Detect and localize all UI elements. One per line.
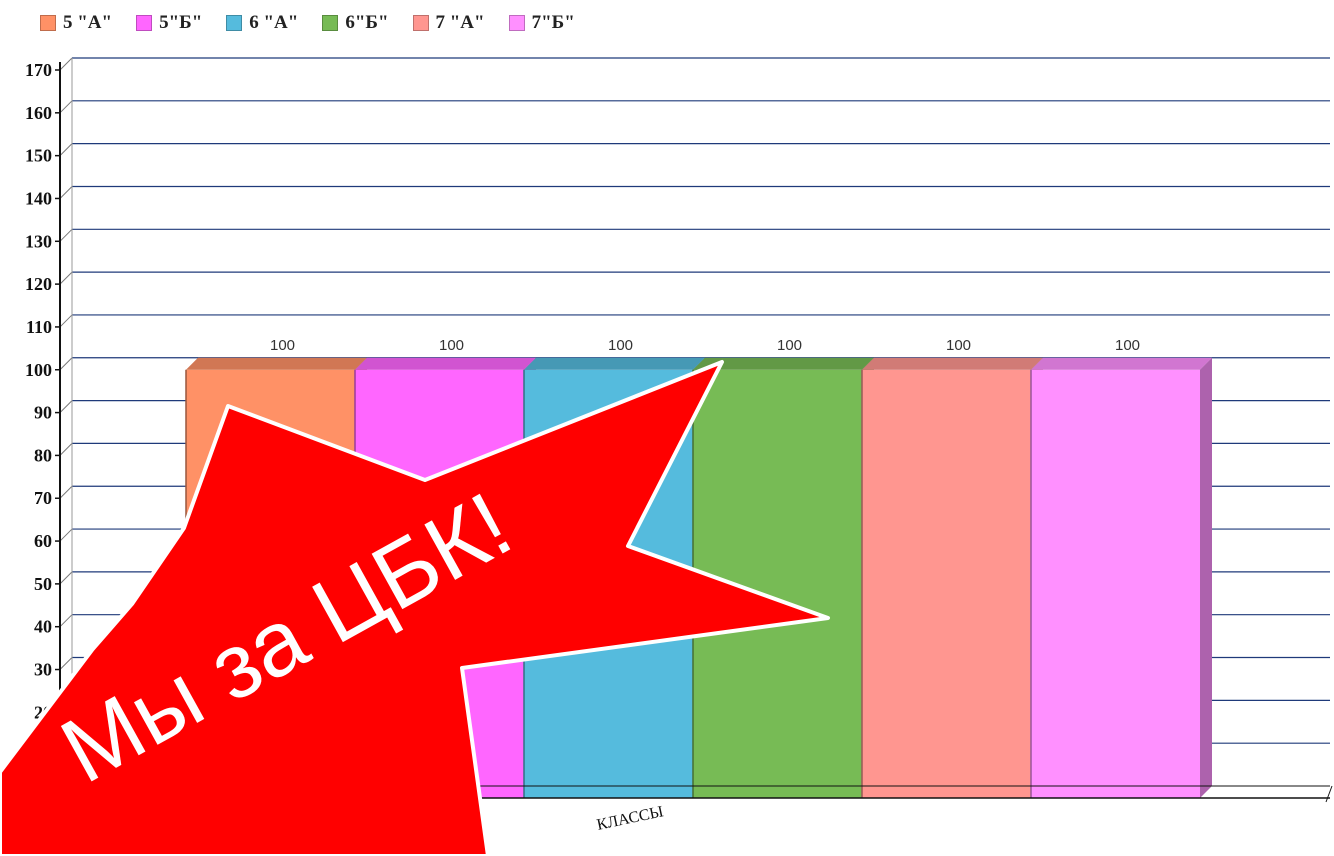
y-tick-label: 80 <box>34 445 52 465</box>
gridline-depth <box>59 228 73 242</box>
gridline-depth <box>59 57 73 71</box>
gridline-depth <box>59 186 73 199</box>
gridline-depth <box>59 443 73 456</box>
x-axis-end <box>1325 785 1333 803</box>
y-tick-label: 110 <box>26 317 52 337</box>
bar-front <box>862 369 1031 798</box>
bar-front <box>1031 369 1200 798</box>
data-label: 100 <box>946 337 971 354</box>
bar <box>1030 357 1212 798</box>
data-label: 100 <box>439 337 464 354</box>
gridline-depth <box>59 528 73 542</box>
y-tick-label: 30 <box>34 660 52 680</box>
gridline-depth <box>59 400 73 413</box>
x-axis-title: КЛАССЫ <box>595 803 665 834</box>
y-tick-label: 160 <box>25 103 52 123</box>
data-labels-layer: 100 100 100 100 100 100 <box>262 333 1148 354</box>
gridline-depth <box>59 100 73 114</box>
data-label: 100 <box>608 337 633 354</box>
y-tick-label: 130 <box>25 231 52 251</box>
y-tick-label: 90 <box>34 403 52 423</box>
y-tick-label: 60 <box>34 531 52 551</box>
gridline-depth <box>59 314 73 328</box>
bar-chart: 100100100100100100 010203040506070809010… <box>0 57 1333 856</box>
gridline-depth <box>59 271 73 285</box>
y-tick-label: 120 <box>25 274 52 294</box>
gridline-depth <box>59 657 73 670</box>
data-label: 100 <box>1115 337 1140 354</box>
bar-side <box>1200 357 1212 798</box>
y-tick-label: 50 <box>34 574 52 594</box>
gridline-depth <box>59 357 73 371</box>
bar <box>861 357 1043 798</box>
bar-top <box>862 357 1043 370</box>
gridline-depth <box>59 571 73 585</box>
data-label: 100 <box>270 337 295 354</box>
bar-top <box>355 357 536 370</box>
y-tick-label: 140 <box>25 188 52 208</box>
bar-top <box>524 357 705 370</box>
gridline-depth <box>59 614 73 628</box>
bar-top <box>186 357 367 370</box>
bar-top <box>1031 357 1212 370</box>
y-tick-label: 70 <box>34 488 52 508</box>
gridline-depth <box>59 485 73 499</box>
data-label: 100 <box>777 337 802 354</box>
gridline-depth <box>59 143 73 157</box>
y-tick-label: 170 <box>25 60 52 80</box>
y-tick-label: 40 <box>34 617 52 637</box>
y-tick-label: 150 <box>25 146 52 166</box>
y-tick-label: 100 <box>25 360 52 380</box>
